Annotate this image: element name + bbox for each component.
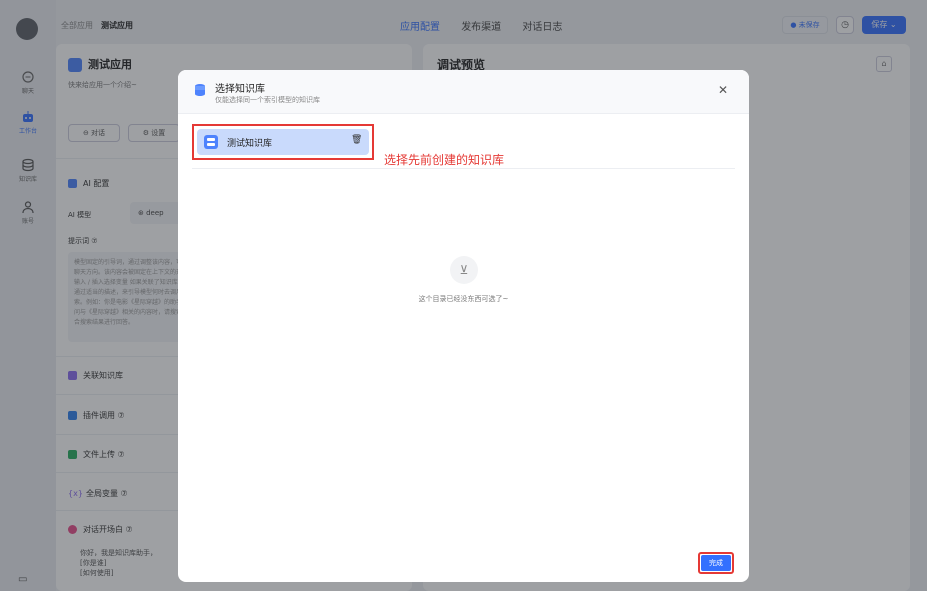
delete-icon[interactable]: 🗑	[351, 135, 362, 145]
modal-header: 选择知识库 仅能选择同一个索引模型的知识库 ✕	[178, 70, 749, 114]
database-icon	[195, 84, 205, 96]
select-knowledge-modal: 选择知识库 仅能选择同一个索引模型的知识库 ✕ 测试知识库 🗑 选择先前创建的知…	[178, 70, 749, 582]
modal-subtitle: 仅能选择同一个索引模型的知识库	[215, 96, 320, 104]
divider	[192, 168, 735, 169]
knowledge-base-name: 测试知识库	[227, 139, 273, 149]
knowledge-base-icon	[204, 135, 218, 149]
done-button[interactable]: 完成	[701, 555, 731, 571]
close-icon[interactable]: ✕	[718, 83, 728, 97]
annotation-text: 选择先前创建的知识库	[384, 153, 505, 167]
modal-title: 选择知识库	[215, 84, 265, 95]
empty-box-icon: ⊻	[450, 256, 478, 284]
selected-knowledge-card[interactable]: 测试知识库 🗑	[197, 129, 369, 155]
empty-state-text: 这个目录已经没东西可选了~	[418, 295, 509, 303]
